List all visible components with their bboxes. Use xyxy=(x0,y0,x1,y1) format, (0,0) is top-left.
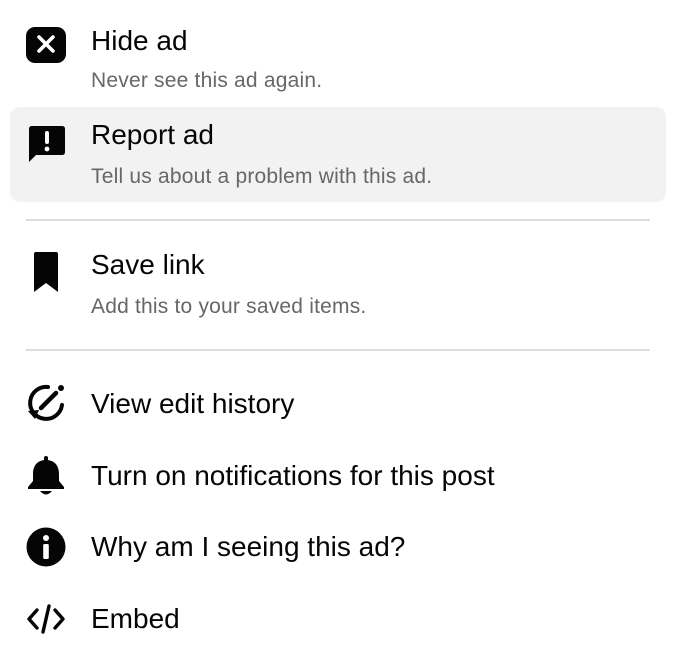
report-flag-icon xyxy=(26,124,66,164)
post-options-menu: Hide ad Never see this ad again. Report … xyxy=(0,0,676,666)
edit-history-icon xyxy=(26,383,66,423)
turn-on-notifications-title: Turn on notifications for this post xyxy=(91,460,495,491)
bell-icon xyxy=(26,456,66,496)
save-link-title: Save link xyxy=(91,249,205,280)
hide-ad-title: Hide ad xyxy=(91,25,188,56)
code-icon xyxy=(26,599,66,639)
embed-title: Embed xyxy=(91,603,180,634)
bookmark-icon xyxy=(26,252,66,292)
save-link-item[interactable]: Save link Add this to your saved items. xyxy=(10,236,666,332)
why-seeing-ad-item[interactable]: Why am I seeing this ad? xyxy=(10,512,666,584)
hide-ad-item[interactable]: Hide ad Never see this ad again. xyxy=(10,12,666,100)
view-edit-history-title: View edit history xyxy=(91,388,295,419)
report-ad-title: Report ad xyxy=(91,119,214,150)
report-ad-subtitle: Tell us about a problem with this ad. xyxy=(91,165,433,188)
hide-ad-subtitle: Never see this ad again. xyxy=(91,69,323,92)
report-ad-item[interactable]: Report ad Tell us about a problem with t… xyxy=(10,107,666,202)
turn-on-notifications-item[interactable]: Turn on notifications for this post xyxy=(10,440,666,512)
close-box-icon xyxy=(26,26,66,66)
save-link-subtitle: Add this to your saved items. xyxy=(91,295,367,318)
why-seeing-ad-title: Why am I seeing this ad? xyxy=(91,531,406,562)
embed-item[interactable]: Embed xyxy=(10,584,666,656)
view-edit-history-item[interactable]: View edit history xyxy=(10,368,666,438)
info-icon xyxy=(26,527,66,567)
menu-divider xyxy=(26,219,650,221)
menu-divider xyxy=(26,349,650,351)
